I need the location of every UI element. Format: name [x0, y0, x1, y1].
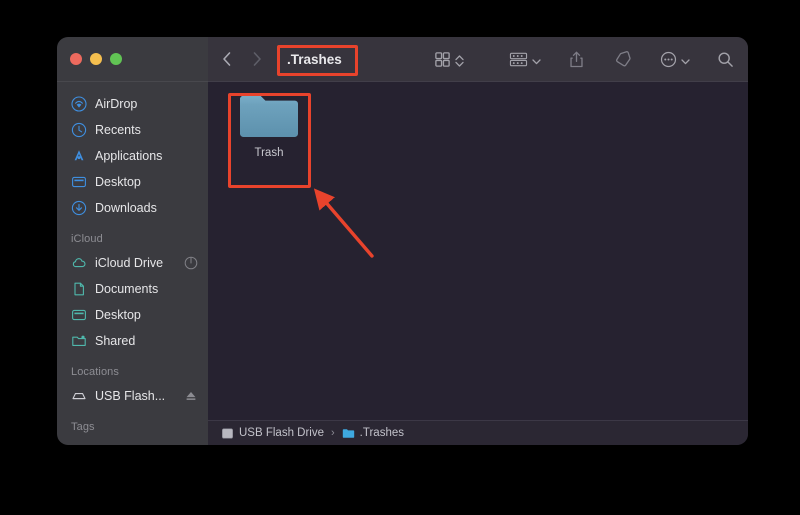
applications-icon: [71, 148, 87, 164]
external-drive-icon: [71, 388, 87, 404]
sidebar-item-label: iCloud Drive: [95, 256, 164, 270]
sidebar-item-usb-flash-drive[interactable]: USB Flash...: [57, 383, 208, 409]
sidebar-item-airdrop[interactable]: AirDrop: [57, 91, 208, 117]
forward-button[interactable]: [250, 49, 264, 69]
minimize-button[interactable]: [90, 53, 102, 65]
sidebar-item-recents[interactable]: Recents: [57, 117, 208, 143]
folder-icon: [237, 90, 301, 142]
sidebar-item-label: Documents: [95, 282, 159, 296]
sidebar-item-label: Applications: [95, 149, 163, 163]
navigation-buttons: [220, 49, 264, 69]
sidebar-item-icloud-drive[interactable]: iCloud Drive: [57, 250, 208, 276]
search-icon[interactable]: [717, 48, 734, 70]
back-button[interactable]: [220, 49, 234, 69]
group-by-control[interactable]: [509, 48, 542, 70]
sidebar-item-label: Desktop: [95, 308, 141, 322]
downloads-icon: [71, 200, 87, 216]
breadcrumb-label: USB Flash Drive: [239, 427, 324, 439]
sidebar-section-locations: Locations: [71, 366, 119, 378]
page-title[interactable]: .Trashes: [278, 49, 351, 70]
breadcrumb-separator: ›: [331, 427, 335, 439]
window-controls: [57, 37, 208, 82]
more-actions-control[interactable]: [660, 48, 691, 70]
sidebar-item-applications[interactable]: Applications: [57, 143, 208, 169]
ellipsis-circle-icon[interactable]: [660, 48, 677, 70]
status-bar: USB Flash Drive › .Trashes: [208, 420, 748, 445]
sync-progress-icon: [184, 256, 198, 270]
desktop-icon: [71, 307, 87, 323]
file-grid[interactable]: Trash: [208, 82, 748, 420]
grid-view-icon[interactable]: [434, 48, 451, 70]
chevron-down-icon[interactable]: [680, 54, 691, 65]
desktop-icon: [71, 174, 87, 190]
airdrop-icon: [71, 96, 87, 112]
sidebar-item-documents[interactable]: Documents: [57, 276, 208, 302]
drive-icon: [221, 427, 234, 440]
zoom-button[interactable]: [110, 53, 122, 65]
shared-folder-icon: [71, 333, 87, 349]
close-button[interactable]: [70, 53, 82, 65]
main-pane: .Trashes Trash USB Flash Drive › .Trashe…: [208, 37, 748, 445]
sidebar-item-label: Shared: [95, 334, 136, 348]
chevron-down-icon[interactable]: [531, 54, 542, 65]
sidebar-item-label: Desktop: [95, 175, 141, 189]
sidebar-item-desktop[interactable]: Desktop: [57, 169, 208, 195]
sidebar-item-label: USB Flash...: [95, 389, 166, 403]
sidebar-item-desktop-icloud[interactable]: Desktop: [57, 302, 208, 328]
finder-window: AirDrop Recents Applications Desktop Dow…: [57, 37, 748, 445]
breadcrumb-label: .Trashes: [359, 427, 404, 439]
toolbar: .Trashes: [208, 37, 748, 82]
sidebar-scroll[interactable]: AirDrop Recents Applications Desktop Dow…: [57, 82, 208, 445]
chevron-updown-icon[interactable]: [454, 54, 465, 67]
view-mode-control[interactable]: [434, 48, 465, 70]
sidebar-section-icloud: iCloud: [71, 233, 103, 245]
sidebar-item-shared[interactable]: Shared: [57, 328, 208, 354]
blue-folder-icon: [342, 427, 355, 440]
annotation-arrow: [313, 188, 374, 258]
sidebar: AirDrop Recents Applications Desktop Dow…: [57, 37, 208, 445]
file-item-label: Trash: [254, 147, 284, 159]
file-item-trash[interactable]: Trash: [230, 90, 308, 160]
clock-icon: [71, 122, 87, 138]
breadcrumb-item-usb-flash-drive[interactable]: USB Flash Drive: [221, 427, 324, 440]
tag-icon[interactable]: [613, 48, 632, 70]
cloud-icon: [71, 255, 87, 271]
document-icon: [71, 281, 87, 297]
breadcrumb-item-trashes[interactable]: .Trashes: [342, 427, 404, 440]
share-icon[interactable]: [568, 48, 585, 70]
sidebar-item-label: Downloads: [95, 201, 157, 215]
sidebar-section-tags: Tags: [71, 421, 95, 433]
screenshot-root: AirDrop Recents Applications Desktop Dow…: [0, 0, 800, 515]
eject-icon[interactable]: [184, 389, 198, 403]
group-by-icon[interactable]: [509, 48, 528, 70]
sidebar-item-label: AirDrop: [95, 97, 138, 111]
sidebar-item-label: Recents: [95, 123, 141, 137]
sidebar-item-downloads[interactable]: Downloads: [57, 195, 208, 221]
